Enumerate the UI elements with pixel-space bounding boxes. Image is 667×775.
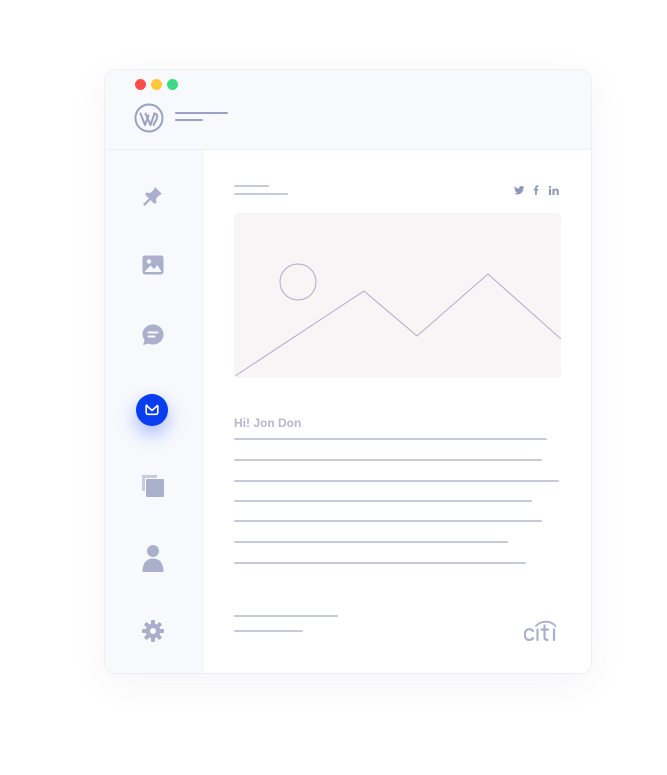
sidebar-item-pages[interactable]	[135, 468, 171, 504]
mountain-placeholder-icon	[234, 263, 561, 377]
sidebar	[105, 150, 204, 673]
email-greeting: Hi! Jon Don	[234, 416, 302, 430]
image-icon	[142, 255, 164, 275]
header-title-placeholder	[234, 185, 269, 187]
sidebar-item-users[interactable]	[135, 540, 171, 576]
sidebar-item-pin[interactable]	[135, 178, 171, 214]
sidebar-item-mail[interactable]	[136, 394, 168, 426]
body-text-line	[234, 500, 532, 502]
app-window: Hi! Jon Don	[105, 70, 591, 673]
twitter-icon	[513, 185, 524, 194]
email-preview: Hi! Jon Don	[204, 150, 591, 673]
body-text-line	[234, 562, 526, 564]
wordpress-logo-icon	[134, 103, 164, 133]
sidebar-item-comments[interactable]	[135, 317, 171, 353]
title-bar	[105, 70, 591, 150]
body-text-line	[234, 541, 508, 543]
facebook-icon	[533, 185, 539, 195]
linkedin-icon	[549, 185, 559, 195]
minimize-window-button[interactable]	[151, 79, 162, 90]
site-title-placeholder	[175, 112, 228, 114]
signature-title-placeholder	[234, 630, 303, 632]
close-window-button[interactable]	[135, 79, 146, 90]
sidebar-item-media[interactable]	[135, 247, 171, 283]
mail-icon	[145, 404, 159, 416]
signature-name-placeholder	[234, 615, 338, 617]
social-linkedin[interactable]	[546, 183, 562, 197]
maximize-window-button[interactable]	[167, 79, 178, 90]
social-twitter[interactable]	[512, 183, 526, 197]
body-text-line	[234, 438, 547, 440]
user-icon	[142, 545, 164, 572]
site-subtitle-placeholder	[175, 119, 203, 121]
social-facebook[interactable]	[530, 183, 542, 197]
gear-icon	[142, 620, 164, 642]
header-subtitle-placeholder	[234, 193, 288, 195]
pages-icon	[142, 475, 164, 497]
comment-icon	[142, 324, 164, 345]
pin-icon	[143, 187, 162, 206]
body-text-line	[234, 520, 542, 522]
sidebar-item-settings[interactable]	[135, 613, 171, 649]
citi-logo	[524, 620, 557, 642]
body-text-line	[234, 480, 559, 482]
hero-image-placeholder	[234, 213, 561, 378]
body-text-line	[234, 459, 542, 461]
